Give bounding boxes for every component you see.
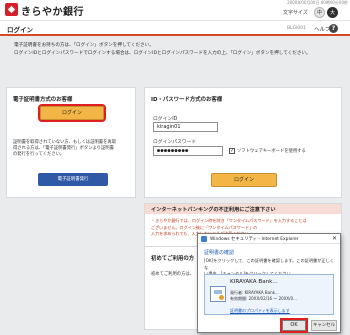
id-password-login-panel: ID・パスワード方式のお客様 ログインID kiragin01 ログインパスワー… (144, 87, 342, 198)
intro-text: 電子証明書をお持ちの方は、「ログイン」ボタンを押してください。 ログインIDとロ… (14, 42, 311, 57)
certificate-name: KIRAYAKA Bank... (230, 279, 278, 285)
fraud-warning-line-1: ・きらやか銀行では、ログイン時を除き「ワンタイムパスワード」を入力することは (151, 218, 307, 223)
login-page: きらやか銀行 2000年00月00日 00時00分00秒 文字サイズ 中 大 ロ… (0, 0, 350, 335)
dialog-description-line-1: [OK]をクリックして、この証明書を確認します。この証明書が正しくな (204, 258, 334, 270)
id-password-login-button[interactable]: ログイン (211, 173, 277, 187)
login-id-input[interactable]: kiragin01 (153, 122, 218, 132)
certificate-icon (210, 286, 226, 302)
id-password-panel-heading: ID・パスワード方式のお客様 (151, 97, 223, 103)
page-title: ログイン (7, 26, 33, 34)
dialog-cancel-button[interactable]: キャンセル (311, 320, 337, 331)
header: きらやか銀行 2000年00月00日 00時00分00秒 文字サイズ 中 大 (0, 0, 350, 21)
certificate-confirm-dialog: Windows セキュリティ - Internet Explorer ✕ 証明書… (197, 233, 341, 333)
software-keyboard-checkbox[interactable]: ✓ (229, 148, 235, 154)
dialog-title-bar: Windows セキュリティ - Internet Explorer ✕ (198, 234, 340, 244)
certificate-panel-heading: 電子証明書方式のお客様 (13, 97, 73, 103)
font-size-medium-button[interactable]: 中 (314, 7, 325, 18)
certificate-note-line-3: の発行を行ってください。 (13, 152, 65, 158)
dialog-ok-button[interactable]: OK (280, 318, 308, 333)
intro-line-2: ログインIDとログインパスワードでログインする場合は、ログインIDとログインパス… (14, 50, 311, 56)
certificate-login-button[interactable]: ログイン (38, 104, 106, 122)
first-time-user-title: 初めてご利用の方 (151, 256, 195, 262)
bank-name: きらやか銀行 (21, 7, 84, 18)
page-code: BLGI001 (287, 26, 306, 31)
title-bar: ログイン BLGI001 ヘルプ ? (0, 21, 350, 36)
login-id-label: ログインID (153, 117, 178, 122)
dialog-close-icon[interactable]: ✕ (332, 235, 337, 242)
font-size-label: 文字サイズ (283, 10, 308, 16)
help-icon[interactable]: ? (329, 24, 338, 33)
first-time-user-text: 初めてご利用の方は、 (151, 272, 194, 277)
software-keyboard-label: ソフトウェアキーボードを使用する (237, 149, 306, 154)
certificate-login-panel: 電子証明書方式のお客様 ログイン 証明書を取得されていない方、もしくは証明書を再… (6, 87, 136, 198)
login-password-label: ログインパスワード (153, 140, 197, 145)
fraud-warning-title: インターネットバンキングの不正利用にご注意下さい (151, 207, 276, 213)
certificate-validity: 有効期間: 20XX/02/16 ～ 20XX/0... (230, 296, 297, 301)
timestamp: 2000年00月00日 00時00分00秒 (287, 0, 348, 5)
dialog-heading: 証明書の確認 (204, 250, 235, 256)
certificate-properties-link[interactable]: 証明書のプロパティを表示します (230, 308, 290, 314)
certificate-option[interactable]: KIRAYAKA Bank... 発行者: KIRAYAKA Bank... 有… (204, 274, 334, 315)
bank-logo-icon (5, 3, 18, 16)
login-password-input[interactable]: ●●●●●●●●● (153, 146, 223, 156)
dialog-title: Windows セキュリティ - Internet Explorer (210, 237, 299, 242)
font-size-large-button[interactable]: 大 (327, 7, 338, 18)
windows-security-icon (201, 236, 207, 242)
fraud-warning-header: インターネットバンキングの不正利用にご注意下さい (145, 204, 341, 214)
intro-line-1: 電子証明書をお持ちの方は、「ログイン」ボタンを押してください。 (14, 43, 154, 48)
issue-certificate-button[interactable]: 電子証明書発行 (38, 173, 108, 186)
certificate-note: 証明書を取得されていない方、もしくは証明書を再取 得される方は、「電子証明書発行… (13, 140, 135, 159)
